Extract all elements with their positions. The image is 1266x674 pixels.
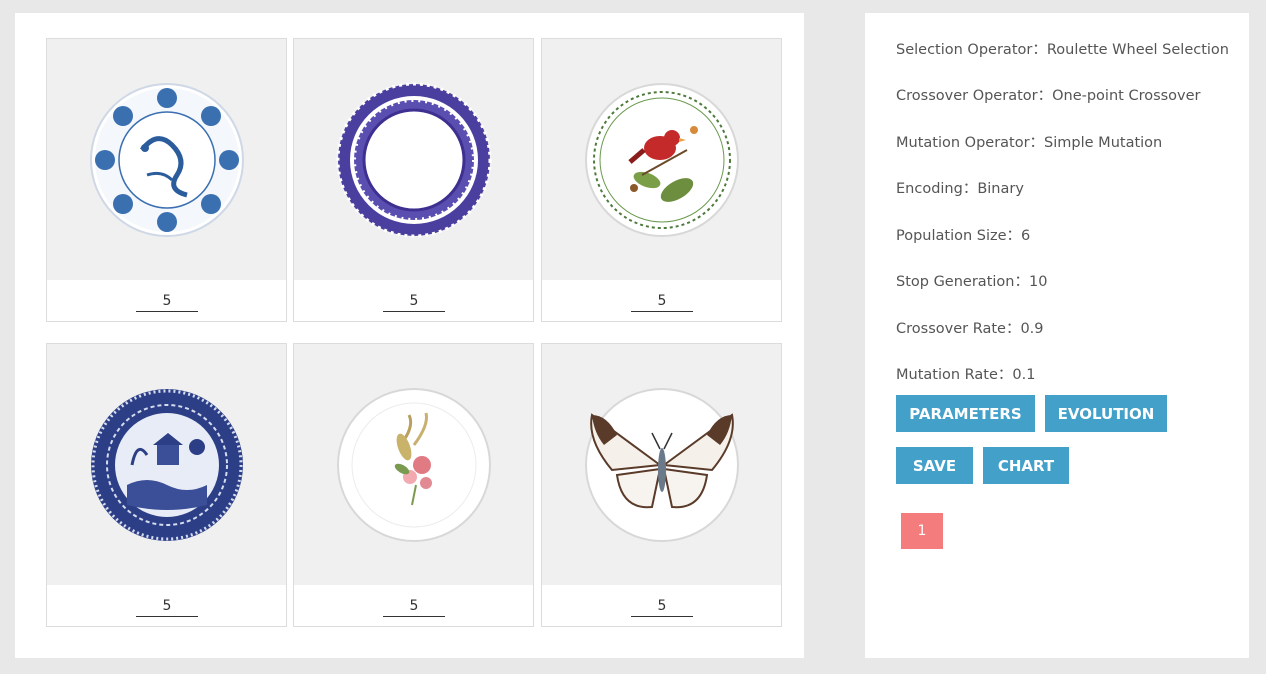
score-input[interactable]: [631, 291, 693, 312]
individual-card-5: [293, 343, 534, 627]
population-size-label: Population Size：6: [896, 228, 1031, 244]
population-panel: [15, 13, 804, 658]
encoding-label: Encoding：Binary: [896, 181, 1024, 197]
chart-button[interactable]: CHART: [983, 447, 1069, 484]
individual-card-6: [541, 343, 782, 627]
plate-image-1: [47, 39, 286, 280]
score-input[interactable]: [383, 596, 445, 617]
evolution-button[interactable]: EVOLUTION: [1045, 395, 1167, 432]
lace-plate-icon: [336, 82, 491, 237]
plate-image-5: [294, 344, 533, 585]
selection-operator-label: Selection Operator：Roulette Wheel Select…: [896, 42, 1229, 58]
score-input[interactable]: [136, 596, 198, 617]
parameters-panel: Selection Operator：Roulette Wheel Select…: [865, 13, 1249, 658]
willow-plate-icon: [90, 388, 243, 541]
generation-page-badge[interactable]: 1: [901, 513, 943, 549]
individual-card-4: [46, 343, 287, 627]
individual-card-2: [293, 38, 534, 322]
butterfly-plate-icon: [584, 387, 739, 542]
individual-card-1: [46, 38, 287, 322]
mutation-operator-label: Mutation Operator：Simple Mutation: [896, 135, 1163, 151]
parameters-button[interactable]: PARAMETERS: [896, 395, 1035, 432]
score-input[interactable]: [383, 291, 445, 312]
plate-image-3: [542, 39, 781, 280]
plate-image-4: [47, 344, 286, 585]
individual-card-3: [541, 38, 782, 322]
mutation-rate-label: Mutation Rate：0.1: [896, 367, 1036, 383]
score-input[interactable]: [631, 596, 693, 617]
crossover-rate-label: Crossover Rate：0.9: [896, 321, 1044, 337]
bird-plate-icon: [584, 82, 739, 237]
plate-image-6: [542, 344, 781, 585]
crossover-operator-label: Crossover Operator：One-point Crossover: [896, 88, 1201, 104]
plate-image-2: [294, 39, 533, 280]
floral-plate-icon: [336, 387, 491, 542]
dragon-plate-icon: [89, 82, 244, 237]
score-input[interactable]: [136, 291, 198, 312]
stop-generation-label: Stop Generation：10: [896, 274, 1048, 290]
save-button[interactable]: SAVE: [896, 447, 973, 484]
